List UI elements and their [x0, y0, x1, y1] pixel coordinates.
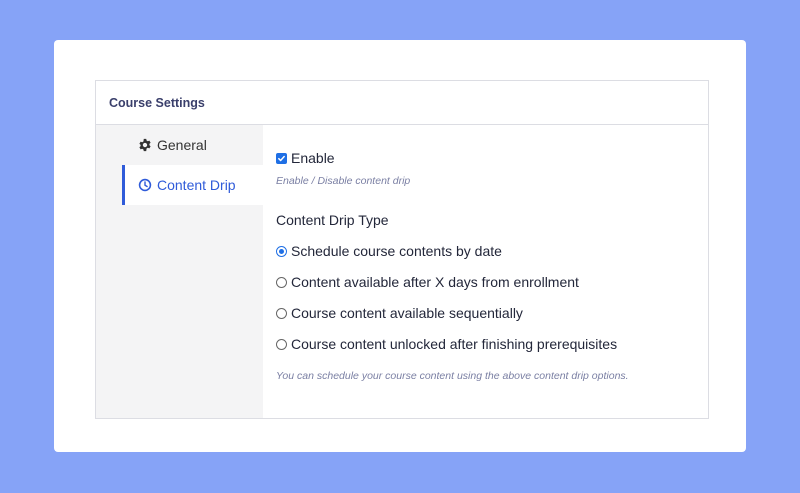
sidebar-item-label: Content Drip — [157, 177, 236, 193]
enable-checkbox[interactable] — [276, 152, 287, 164]
option-label: Course content unlocked after finishing … — [291, 336, 618, 352]
option-label: Course content available sequentially — [291, 305, 523, 321]
options-hint: You can schedule your course content usi… — [276, 370, 629, 382]
panel-title: Course Settings — [109, 95, 205, 110]
enable-row[interactable]: Enable — [276, 150, 335, 166]
sidebar-item-general[interactable]: General — [122, 125, 263, 165]
option-label: Content available after X days from enro… — [291, 274, 579, 290]
enable-hint: Enable / Disable content drip — [276, 175, 411, 187]
gear-icon — [138, 138, 152, 152]
card: Course Settings General Content Drip Ena… — [54, 40, 746, 452]
drip-option[interactable]: Content available after X days from enro… — [276, 274, 579, 290]
panel-body: General Content Drip Enable Enable / Dis… — [96, 125, 708, 418]
radio-button[interactable] — [276, 338, 287, 350]
option-label: Schedule course contents by date — [291, 243, 502, 259]
content-drip-settings: Enable Enable / Disable content drip Con… — [263, 125, 708, 418]
course-settings-panel: Course Settings General Content Drip Ena… — [95, 80, 709, 419]
enable-label: Enable — [291, 150, 335, 166]
radio-button[interactable] — [276, 276, 287, 288]
sidebar-item-content-drip[interactable]: Content Drip — [122, 165, 263, 205]
radio-button[interactable] — [276, 245, 287, 257]
drip-type-title: Content Drip Type — [276, 212, 389, 228]
drip-option[interactable]: Course content unlocked after finishing … — [276, 336, 617, 352]
clock-icon — [138, 178, 152, 192]
sidebar-item-label: General — [157, 137, 207, 153]
settings-sidebar: General Content Drip — [96, 125, 263, 418]
drip-option[interactable]: Course content available sequentially — [276, 305, 523, 321]
radio-button[interactable] — [276, 307, 287, 319]
check-icon — [278, 155, 285, 161]
panel-header: Course Settings — [96, 81, 708, 125]
drip-option[interactable]: Schedule course contents by date — [276, 243, 502, 259]
